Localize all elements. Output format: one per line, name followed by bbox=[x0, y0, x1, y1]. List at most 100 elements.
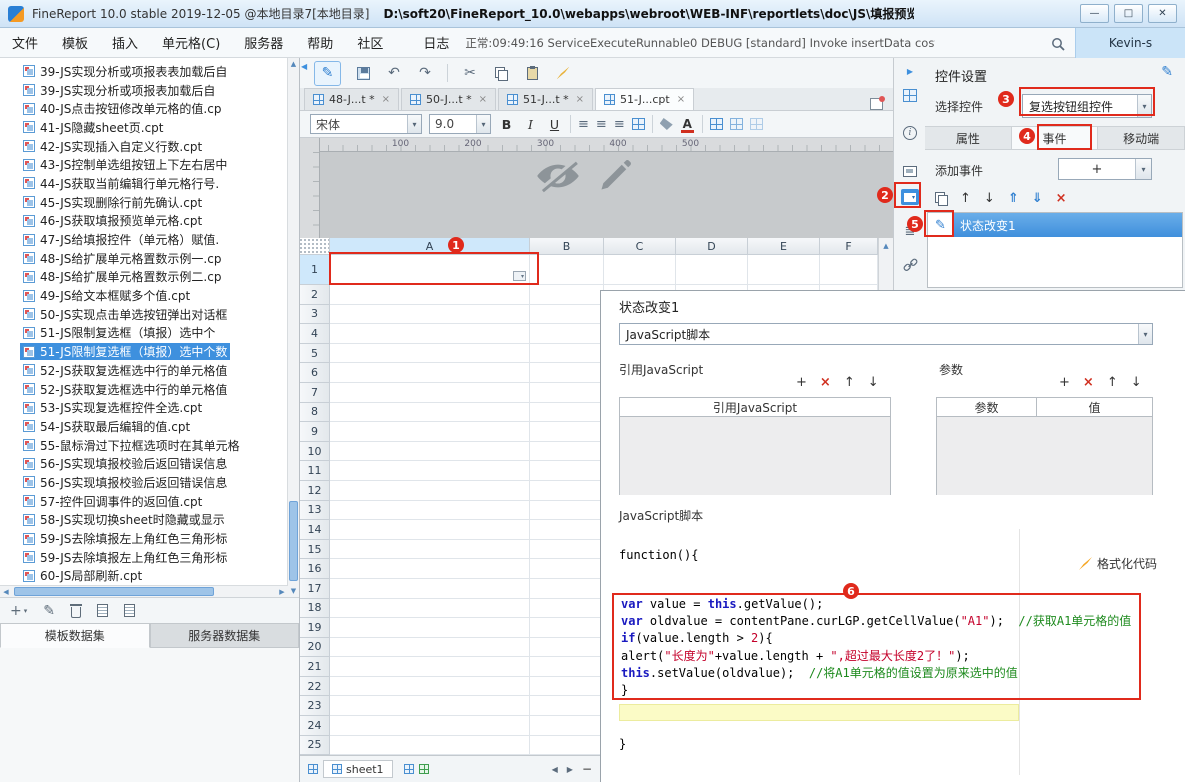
row-header[interactable]: 19 bbox=[300, 618, 330, 638]
scroll-up-icon[interactable]: ▲ bbox=[288, 58, 299, 70]
column-header[interactable]: D bbox=[676, 238, 748, 255]
column-header[interactable]: B bbox=[530, 238, 604, 255]
row-header[interactable]: 6 bbox=[300, 363, 330, 383]
grid-cell[interactable] bbox=[530, 735, 604, 755]
grid-cell[interactable] bbox=[530, 559, 604, 579]
add-event-dropdown[interactable]: + ▾ bbox=[1058, 158, 1152, 180]
script-code-editor[interactable]: var value = this.getValue(); var oldvalue… bbox=[612, 593, 1141, 700]
grid-cell[interactable] bbox=[330, 578, 530, 599]
add-param-button[interactable]: + bbox=[1059, 375, 1070, 390]
paste-button[interactable] bbox=[523, 64, 541, 82]
move-down-button[interactable]: ↓ bbox=[984, 191, 995, 206]
grid-cell[interactable] bbox=[530, 500, 604, 521]
tree-item[interactable]: 39-JS实现分析或项报表加载后自 bbox=[0, 81, 288, 100]
add-dataset-button[interactable]: + ▾ bbox=[10, 603, 27, 619]
grid-cell[interactable] bbox=[330, 441, 530, 462]
grid-cell[interactable] bbox=[330, 520, 530, 540]
row-header[interactable]: 10 bbox=[300, 441, 330, 462]
preview-dataset-button[interactable] bbox=[96, 604, 108, 617]
grid-cell[interactable] bbox=[530, 343, 604, 364]
tree-item[interactable]: 56-JS实现填报校验后返回错误信息 bbox=[0, 454, 288, 473]
document-tab[interactable]: 48-J...t * × bbox=[304, 88, 400, 110]
close-tab-icon[interactable]: × bbox=[677, 94, 685, 105]
close-tab-icon[interactable]: × bbox=[382, 94, 390, 105]
tree-item[interactable]: 55-鼠标滑过下拉框选项时在其单元格 bbox=[0, 436, 288, 455]
column-header[interactable]: F bbox=[820, 238, 878, 255]
widget-settings-icon[interactable]: ▾ bbox=[898, 186, 922, 208]
tree-item[interactable]: 59-JS去除填报左上角红色三角形标 bbox=[0, 548, 288, 567]
maximize-button[interactable]: □ bbox=[1114, 4, 1143, 23]
tree-item[interactable]: 56-JS实现填报校验后返回错误信息 bbox=[0, 473, 288, 492]
document-tab[interactable]: 50-J...t * × bbox=[401, 88, 497, 110]
sidebar-collapse-icon[interactable]: ◀ bbox=[301, 62, 307, 71]
tree-item[interactable]: 44-JS获取当前编辑行单元格行号. bbox=[0, 174, 288, 193]
grid-cell[interactable] bbox=[748, 255, 820, 285]
grid-cell[interactable] bbox=[530, 324, 604, 344]
cut-button[interactable]: ✂ bbox=[461, 64, 479, 82]
grid-cell[interactable] bbox=[530, 441, 604, 462]
grid-cell[interactable] bbox=[330, 618, 530, 638]
row-header[interactable]: 5 bbox=[300, 343, 330, 364]
scrollbar-thumb[interactable] bbox=[14, 587, 214, 596]
underline-button[interactable]: U bbox=[546, 117, 563, 132]
tree-item[interactable]: 41-JS隐藏sheet页.cpt bbox=[0, 118, 288, 137]
border-all-button[interactable] bbox=[709, 118, 723, 130]
grid-cell[interactable] bbox=[330, 716, 530, 736]
grid-cell[interactable] bbox=[330, 461, 530, 481]
template-edit-icon[interactable]: ✎ bbox=[314, 60, 341, 86]
tree-item[interactable]: 40-JS点击按钮修改单元格的值.cp bbox=[0, 99, 288, 118]
grid-cell[interactable] bbox=[530, 598, 604, 619]
row-header[interactable]: 13 bbox=[300, 500, 330, 521]
tree-item[interactable]: 48-JS给扩展单元格置数示例二.cp bbox=[0, 268, 288, 287]
save-button[interactable] bbox=[354, 64, 372, 82]
row-header[interactable]: 7 bbox=[300, 382, 330, 403]
edit-widget-icon[interactable]: ✎ bbox=[1161, 64, 1173, 80]
grid-cell[interactable] bbox=[330, 500, 530, 521]
dataset-tab[interactable]: 服务器数据集 bbox=[149, 623, 299, 648]
row-header[interactable]: 16 bbox=[300, 559, 330, 579]
grid-cell[interactable] bbox=[330, 598, 530, 619]
menu-item[interactable]: 插入 bbox=[100, 33, 150, 52]
row-header[interactable]: 22 bbox=[300, 676, 330, 697]
cell-element-icon[interactable] bbox=[898, 84, 922, 106]
tree-item[interactable]: 45-JS实现删除行前先确认.cpt bbox=[0, 193, 288, 212]
row-header[interactable]: 1 bbox=[300, 255, 330, 285]
grid-cell[interactable] bbox=[330, 559, 530, 579]
grid-cell[interactable] bbox=[530, 578, 604, 599]
grid-cell[interactable] bbox=[330, 402, 530, 423]
insert-report-sheet-button[interactable] bbox=[403, 764, 414, 774]
grid-cell[interactable] bbox=[530, 304, 604, 325]
tree-item[interactable]: 51-JS限制复选框（填报）选中个 bbox=[0, 324, 288, 343]
splitter-collapse-icon[interactable]: − bbox=[582, 762, 592, 776]
grid-cell[interactable] bbox=[530, 285, 604, 305]
scroll-right-icon[interactable]: ▶ bbox=[276, 586, 288, 597]
grid-cell[interactable] bbox=[530, 676, 604, 697]
redo-button[interactable]: ↷ bbox=[416, 64, 434, 82]
move-bottom-button[interactable]: ⇓ bbox=[1032, 191, 1043, 206]
edit-event-icon[interactable]: ✎ bbox=[928, 213, 954, 237]
grid-corner-handle[interactable] bbox=[300, 238, 330, 255]
row-header[interactable]: 12 bbox=[300, 480, 330, 501]
grid-cell[interactable] bbox=[330, 285, 530, 305]
sheet-scroll-right-icon[interactable]: ▶ bbox=[567, 765, 573, 774]
row-header[interactable]: 11 bbox=[300, 461, 330, 481]
copy-button[interactable] bbox=[492, 64, 510, 82]
menu-item[interactable]: 服务器 bbox=[232, 33, 295, 52]
widget-type-dropdown[interactable]: 复选按钮组控件 ▾ bbox=[1022, 94, 1152, 118]
grid-cell[interactable]: ▾ bbox=[330, 255, 530, 285]
grid-cell[interactable] bbox=[530, 422, 604, 442]
cell-attribute-icon[interactable]: i bbox=[898, 122, 922, 144]
log-menu-item[interactable]: 日志 bbox=[413, 33, 459, 52]
tree-item[interactable]: 52-JS获取复选框选中行的单元格值 bbox=[0, 380, 288, 399]
tree-item[interactable]: 58-JS实现切换sheet时隐藏或显示 bbox=[0, 511, 288, 530]
tree-horizontal-scrollbar[interactable]: ◀ ▶ bbox=[0, 585, 288, 597]
sheet-tab[interactable]: sheet1 bbox=[323, 760, 393, 778]
table-body[interactable] bbox=[620, 417, 890, 495]
add-reference-button[interactable]: + bbox=[796, 375, 807, 390]
grid-cell[interactable] bbox=[330, 480, 530, 501]
undo-button[interactable]: ↶ bbox=[385, 64, 403, 82]
scroll-down-icon[interactable]: ▼ bbox=[288, 585, 299, 597]
row-header[interactable]: 14 bbox=[300, 520, 330, 540]
border-none-button[interactable] bbox=[749, 118, 763, 130]
grid-cell[interactable] bbox=[676, 255, 748, 285]
